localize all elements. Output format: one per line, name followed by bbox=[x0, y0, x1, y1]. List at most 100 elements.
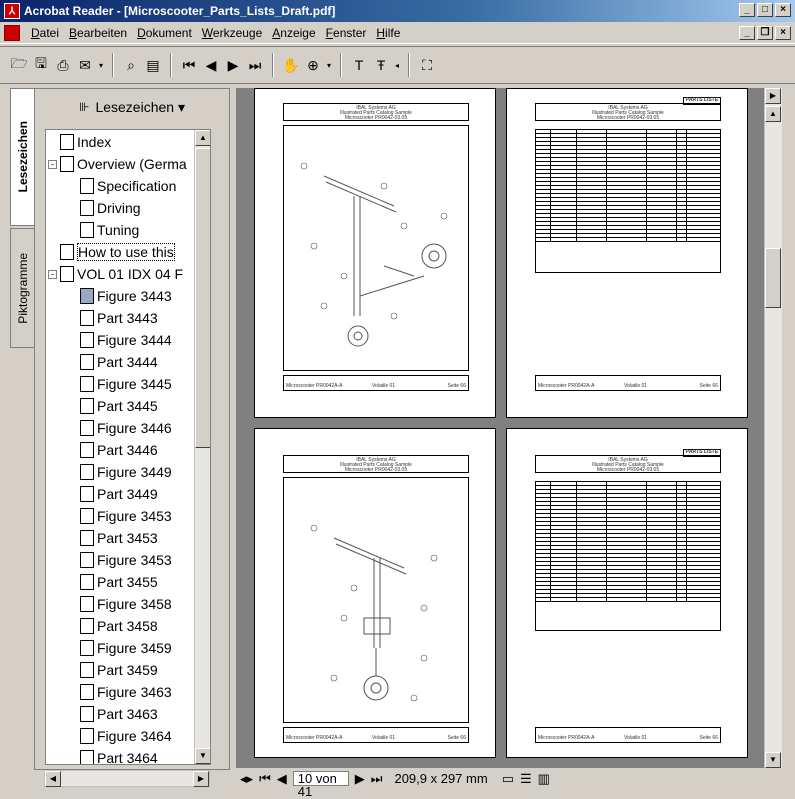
bookmark-page-icon bbox=[80, 552, 94, 568]
tab-lesezeichen[interactable]: Lesezeichen bbox=[10, 88, 34, 226]
page-number-field[interactable]: 10 von 41 bbox=[292, 771, 349, 798]
bookmark-page-icon bbox=[60, 266, 74, 282]
bookmark-item[interactable]: Part 3464 bbox=[80, 748, 158, 764]
collapse-icon[interactable]: - bbox=[48, 159, 57, 169]
bookmark-item[interactable]: Figure 3453 bbox=[80, 550, 172, 570]
bookmark-hscrollbar[interactable]: ◀ ▶ bbox=[44, 770, 210, 787]
bookmark-item[interactable]: Figure 3464 bbox=[80, 726, 172, 746]
bookmark-item[interactable]: - Overview (Germa bbox=[48, 154, 187, 174]
next-page-icon[interactable]: ▶ bbox=[222, 54, 244, 76]
bookmark-tree: ▲ ▼ Index - Overview (Germa Specification Dr… bbox=[45, 129, 211, 765]
bookmark-item[interactable]: Part 3453 bbox=[80, 528, 158, 548]
parts-list-label: PARTS LISTE bbox=[683, 449, 721, 457]
scroll-down-button[interactable]: ▼ bbox=[195, 748, 210, 764]
bookmark-item[interactable]: Figure 3463 bbox=[80, 682, 172, 702]
bookmark-item[interactable]: Part 3445 bbox=[80, 396, 158, 416]
continuous-icon[interactable]: ☰ bbox=[520, 771, 532, 787]
last-page-icon[interactable]: ⏭ bbox=[244, 54, 266, 76]
minimize-button[interactable]: _ bbox=[739, 3, 755, 17]
bookmark-item[interactable]: Part 3459 bbox=[80, 660, 158, 680]
bookmark-item[interactable]: Figure 3446 bbox=[80, 418, 172, 438]
page-footer: Microscooter PR0042A-A Volatile 01 Seite… bbox=[535, 375, 721, 391]
bookmark-item[interactable]: Part 3444 bbox=[80, 352, 158, 372]
tab-piktogramme[interactable]: Piktogramme bbox=[10, 228, 34, 348]
bookmark-item[interactable]: Part 3446 bbox=[80, 440, 158, 460]
bookmark-item[interactable]: Figure 3445 bbox=[80, 374, 172, 394]
bookmark-menu-icon: ⊪ bbox=[79, 100, 90, 114]
bookmark-page-icon bbox=[80, 398, 94, 414]
menu-dokument[interactable]: Dokument bbox=[132, 26, 197, 40]
bookmark-item[interactable]: - VOL 01 IDX 04 F bbox=[48, 264, 183, 284]
menu-hilfe[interactable]: Hilfe bbox=[371, 26, 405, 40]
next-page-status-icon[interactable]: ▶ bbox=[355, 771, 365, 787]
hand-tool-icon[interactable]: ✋ bbox=[280, 54, 302, 76]
document-icon[interactable] bbox=[4, 24, 20, 41]
email-icon[interactable]: ✉ bbox=[74, 54, 96, 76]
parts-table bbox=[535, 481, 721, 631]
bookmark-item[interactable]: Part 3463 bbox=[80, 704, 158, 724]
menu-fenster[interactable]: Fenster bbox=[321, 26, 372, 40]
bookmark-scrollbar[interactable]: ▲ ▼ bbox=[194, 130, 210, 764]
column-select-icon[interactable]: Ŧ bbox=[370, 54, 392, 76]
bookmark-item[interactable]: Driving bbox=[80, 198, 141, 218]
bookmark-item[interactable]: Figure 3458 bbox=[80, 594, 172, 614]
search-icon[interactable]: ⌕ bbox=[120, 54, 142, 76]
hscroll-left-button[interactable]: ◀ bbox=[45, 771, 61, 787]
bookmark-item[interactable]: Part 3458 bbox=[80, 616, 158, 636]
bookmark-item[interactable]: Part 3455 bbox=[80, 572, 158, 592]
prev-page-status-icon[interactable]: ◀ bbox=[277, 771, 287, 787]
select-dropdown-icon[interactable]: ◂ bbox=[392, 54, 402, 76]
bookmarks-header[interactable]: ⊪ Lesezeichen ▾ bbox=[35, 89, 229, 125]
bookmark-item[interactable]: Part 3449 bbox=[80, 484, 158, 504]
bookmark-item[interactable]: Figure 3449 bbox=[80, 462, 172, 482]
save-icon[interactable]: 🖫 bbox=[30, 54, 52, 76]
scroll-thumb[interactable] bbox=[195, 148, 210, 448]
doc-restore-button[interactable]: ❐ bbox=[757, 26, 773, 40]
bookmark-page-icon bbox=[80, 706, 94, 722]
doc-scroll-thumb[interactable] bbox=[765, 248, 781, 308]
bookmark-item[interactable]: Specification bbox=[80, 176, 176, 196]
bookmark-item[interactable]: Figure 3443 bbox=[80, 286, 172, 306]
doc-scroll-up-button[interactable]: ▲ bbox=[765, 106, 781, 122]
zoom-in-icon[interactable]: ⊕ bbox=[302, 54, 324, 76]
bookmark-item[interactable]: Figure 3453 bbox=[80, 506, 172, 526]
bookmark-label: Tuning bbox=[97, 222, 140, 238]
menu-datei[interactable]: Datei bbox=[26, 26, 64, 40]
parts-table bbox=[535, 129, 721, 273]
maximize-button[interactable]: □ bbox=[757, 3, 773, 17]
doc-scroll-right-arrow[interactable]: ▶ bbox=[765, 88, 781, 104]
facing-icon[interactable]: ▥ bbox=[538, 771, 550, 787]
first-page-status-icon[interactable]: ⏮ bbox=[259, 771, 271, 787]
bookmark-item[interactable]: Part 3443 bbox=[80, 308, 158, 328]
split-icon[interactable]: ◂▸ bbox=[240, 771, 253, 787]
menu-werkzeuge[interactable]: Werkzeuge bbox=[197, 26, 267, 40]
scroll-up-button[interactable]: ▲ bbox=[195, 130, 210, 146]
first-page-icon[interactable]: ⏮ bbox=[178, 54, 200, 76]
hscroll-right-button[interactable]: ▶ bbox=[193, 771, 209, 787]
last-page-status-icon[interactable]: ⏭ bbox=[371, 771, 383, 787]
zoom-dropdown-icon[interactable]: ▾ bbox=[324, 54, 334, 76]
menu-bearbeiten[interactable]: Bearbeiten bbox=[64, 26, 132, 40]
menu-anzeige[interactable]: Anzeige bbox=[267, 26, 320, 40]
document-view[interactable]: IBAL Systems AG Illustrated Parts Catalog… bbox=[236, 88, 764, 768]
document-scrollbar[interactable]: ▶ ▲ ▼ bbox=[764, 88, 782, 768]
doc-close-button[interactable]: × bbox=[775, 26, 791, 40]
dropdown-icon[interactable]: ▾ bbox=[96, 54, 106, 76]
collapse-icon[interactable]: - bbox=[48, 269, 57, 279]
bookmark-item[interactable]: Tuning bbox=[80, 220, 139, 240]
doc-minimize-button[interactable]: _ bbox=[739, 26, 755, 40]
text-select-icon[interactable]: T bbox=[348, 54, 370, 76]
show-hide-navigation-icon[interactable]: ▤ bbox=[142, 54, 164, 76]
open-icon[interactable]: 🗁 bbox=[8, 54, 30, 76]
bookmark-item[interactable]: Figure 3444 bbox=[80, 330, 172, 350]
close-button[interactable]: × bbox=[775, 3, 791, 17]
single-page-icon[interactable]: ▭ bbox=[502, 771, 514, 787]
doc-scroll-down-button[interactable]: ▼ bbox=[765, 752, 781, 768]
bookmark-item[interactable]: How to use this bbox=[48, 242, 175, 262]
bookmark-page-icon bbox=[80, 728, 94, 744]
print-icon[interactable]: ⎙ bbox=[52, 54, 74, 76]
bookmark-item[interactable]: Figure 3459 bbox=[80, 638, 172, 658]
bookmark-item[interactable]: Index bbox=[48, 132, 111, 152]
previous-page-icon[interactable]: ◀ bbox=[200, 54, 222, 76]
graphics-select-icon[interactable]: ⛶ bbox=[416, 54, 438, 76]
